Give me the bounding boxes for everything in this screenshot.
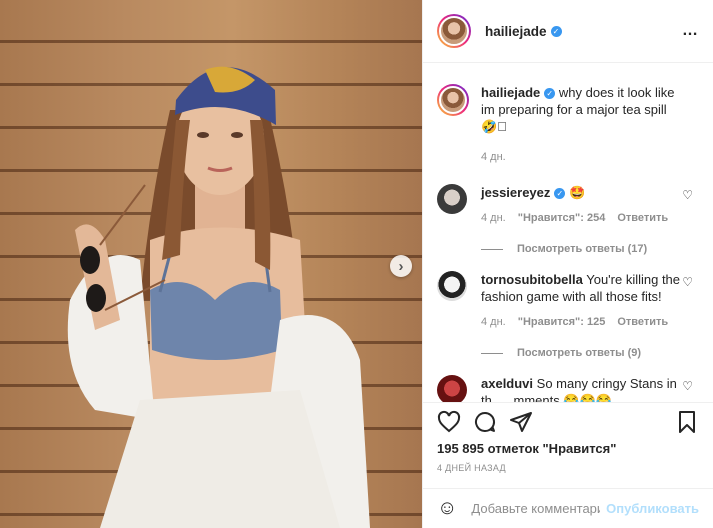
post-photo[interactable]: › xyxy=(0,0,422,528)
share-icon[interactable] xyxy=(509,410,533,434)
view-replies-button[interactable]: Посмотреть ответы (17) xyxy=(481,243,699,255)
bookmark-icon[interactable] xyxy=(675,410,699,434)
view-replies-label: Посмотреть ответы (17) xyxy=(517,243,648,255)
comment-text: 🤩 xyxy=(569,185,586,200)
comment-item: tornosubitobella You're killing the fash… xyxy=(437,271,699,331)
comments-list[interactable]: hailiejade ✓ why does it look like im pre… xyxy=(423,64,713,402)
caption-username[interactable]: hailiejade xyxy=(481,85,540,100)
comment-like-heart-icon[interactable]: ♡ xyxy=(682,188,693,202)
view-replies-label: Посмотреть ответы (9) xyxy=(517,347,642,359)
commenter-avatar[interactable] xyxy=(437,184,467,214)
author-username[interactable]: hailiejade xyxy=(485,24,547,39)
reply-button[interactable]: Ответить xyxy=(617,314,668,331)
comment-input[interactable] xyxy=(471,501,601,516)
reply-button[interactable]: Ответить xyxy=(617,210,668,227)
commenter-avatar[interactable] xyxy=(437,375,467,402)
post-side-panel: hailiejade ✓ … hailiejade ✓ why does it l… xyxy=(422,0,713,528)
author-avatar[interactable] xyxy=(437,14,471,48)
verified-badge-icon: ✓ xyxy=(554,188,566,199)
view-replies-button[interactable]: Посмотреть ответы (9) xyxy=(481,347,699,359)
comment-icon[interactable] xyxy=(473,410,497,434)
comment-item: axelduvi So many cringy Stans in th... .… xyxy=(437,375,699,402)
post-timestamp[interactable]: 4 ДНЕЙ НАЗАД xyxy=(437,463,506,473)
comment-likes[interactable]: "Нравится": 125 xyxy=(518,314,606,331)
commenter-avatar[interactable] xyxy=(437,271,467,301)
comment-username[interactable]: axelduvi xyxy=(481,376,533,391)
comment-like-heart-icon[interactable]: ♡ xyxy=(682,379,693,393)
verified-badge-icon: ✓ xyxy=(544,88,556,99)
more-options-icon[interactable]: … xyxy=(682,22,699,40)
comment-username[interactable]: jessiereyez xyxy=(481,185,550,200)
comment-username[interactable]: tornosubitobella xyxy=(481,272,583,287)
next-photo-button[interactable]: › xyxy=(390,255,412,277)
comment-likes[interactable]: "Нравится": 254 xyxy=(518,210,606,227)
caption: hailiejade ✓ why does it look like im pre… xyxy=(437,84,699,166)
comment-time[interactable]: 4 дн. xyxy=(481,314,506,331)
add-comment-bar: ☺ Опубликовать xyxy=(423,488,713,528)
post-actions xyxy=(423,402,713,440)
smile-icon[interactable]: ☺ xyxy=(437,497,457,520)
comment-item: jessiereyez ✓ 🤩 4 дн. "Нравится": 254 Отв… xyxy=(437,184,699,227)
chevron-right-icon: › xyxy=(398,257,404,275)
photo-illustration xyxy=(67,66,370,528)
caption-time[interactable]: 4 дн. xyxy=(481,149,506,166)
verified-badge-icon: ✓ xyxy=(550,25,562,37)
heart-icon[interactable] xyxy=(437,410,461,434)
caption-avatar[interactable] xyxy=(437,84,469,116)
post-header: hailiejade ✓ … xyxy=(423,0,713,63)
comment-time[interactable]: 4 дн. xyxy=(481,210,506,227)
comment-like-heart-icon[interactable]: ♡ xyxy=(682,275,693,289)
post-comment-button[interactable]: Опубликовать xyxy=(606,501,699,516)
likes-count[interactable]: 195 895 отметок "Нравится" xyxy=(437,441,616,456)
